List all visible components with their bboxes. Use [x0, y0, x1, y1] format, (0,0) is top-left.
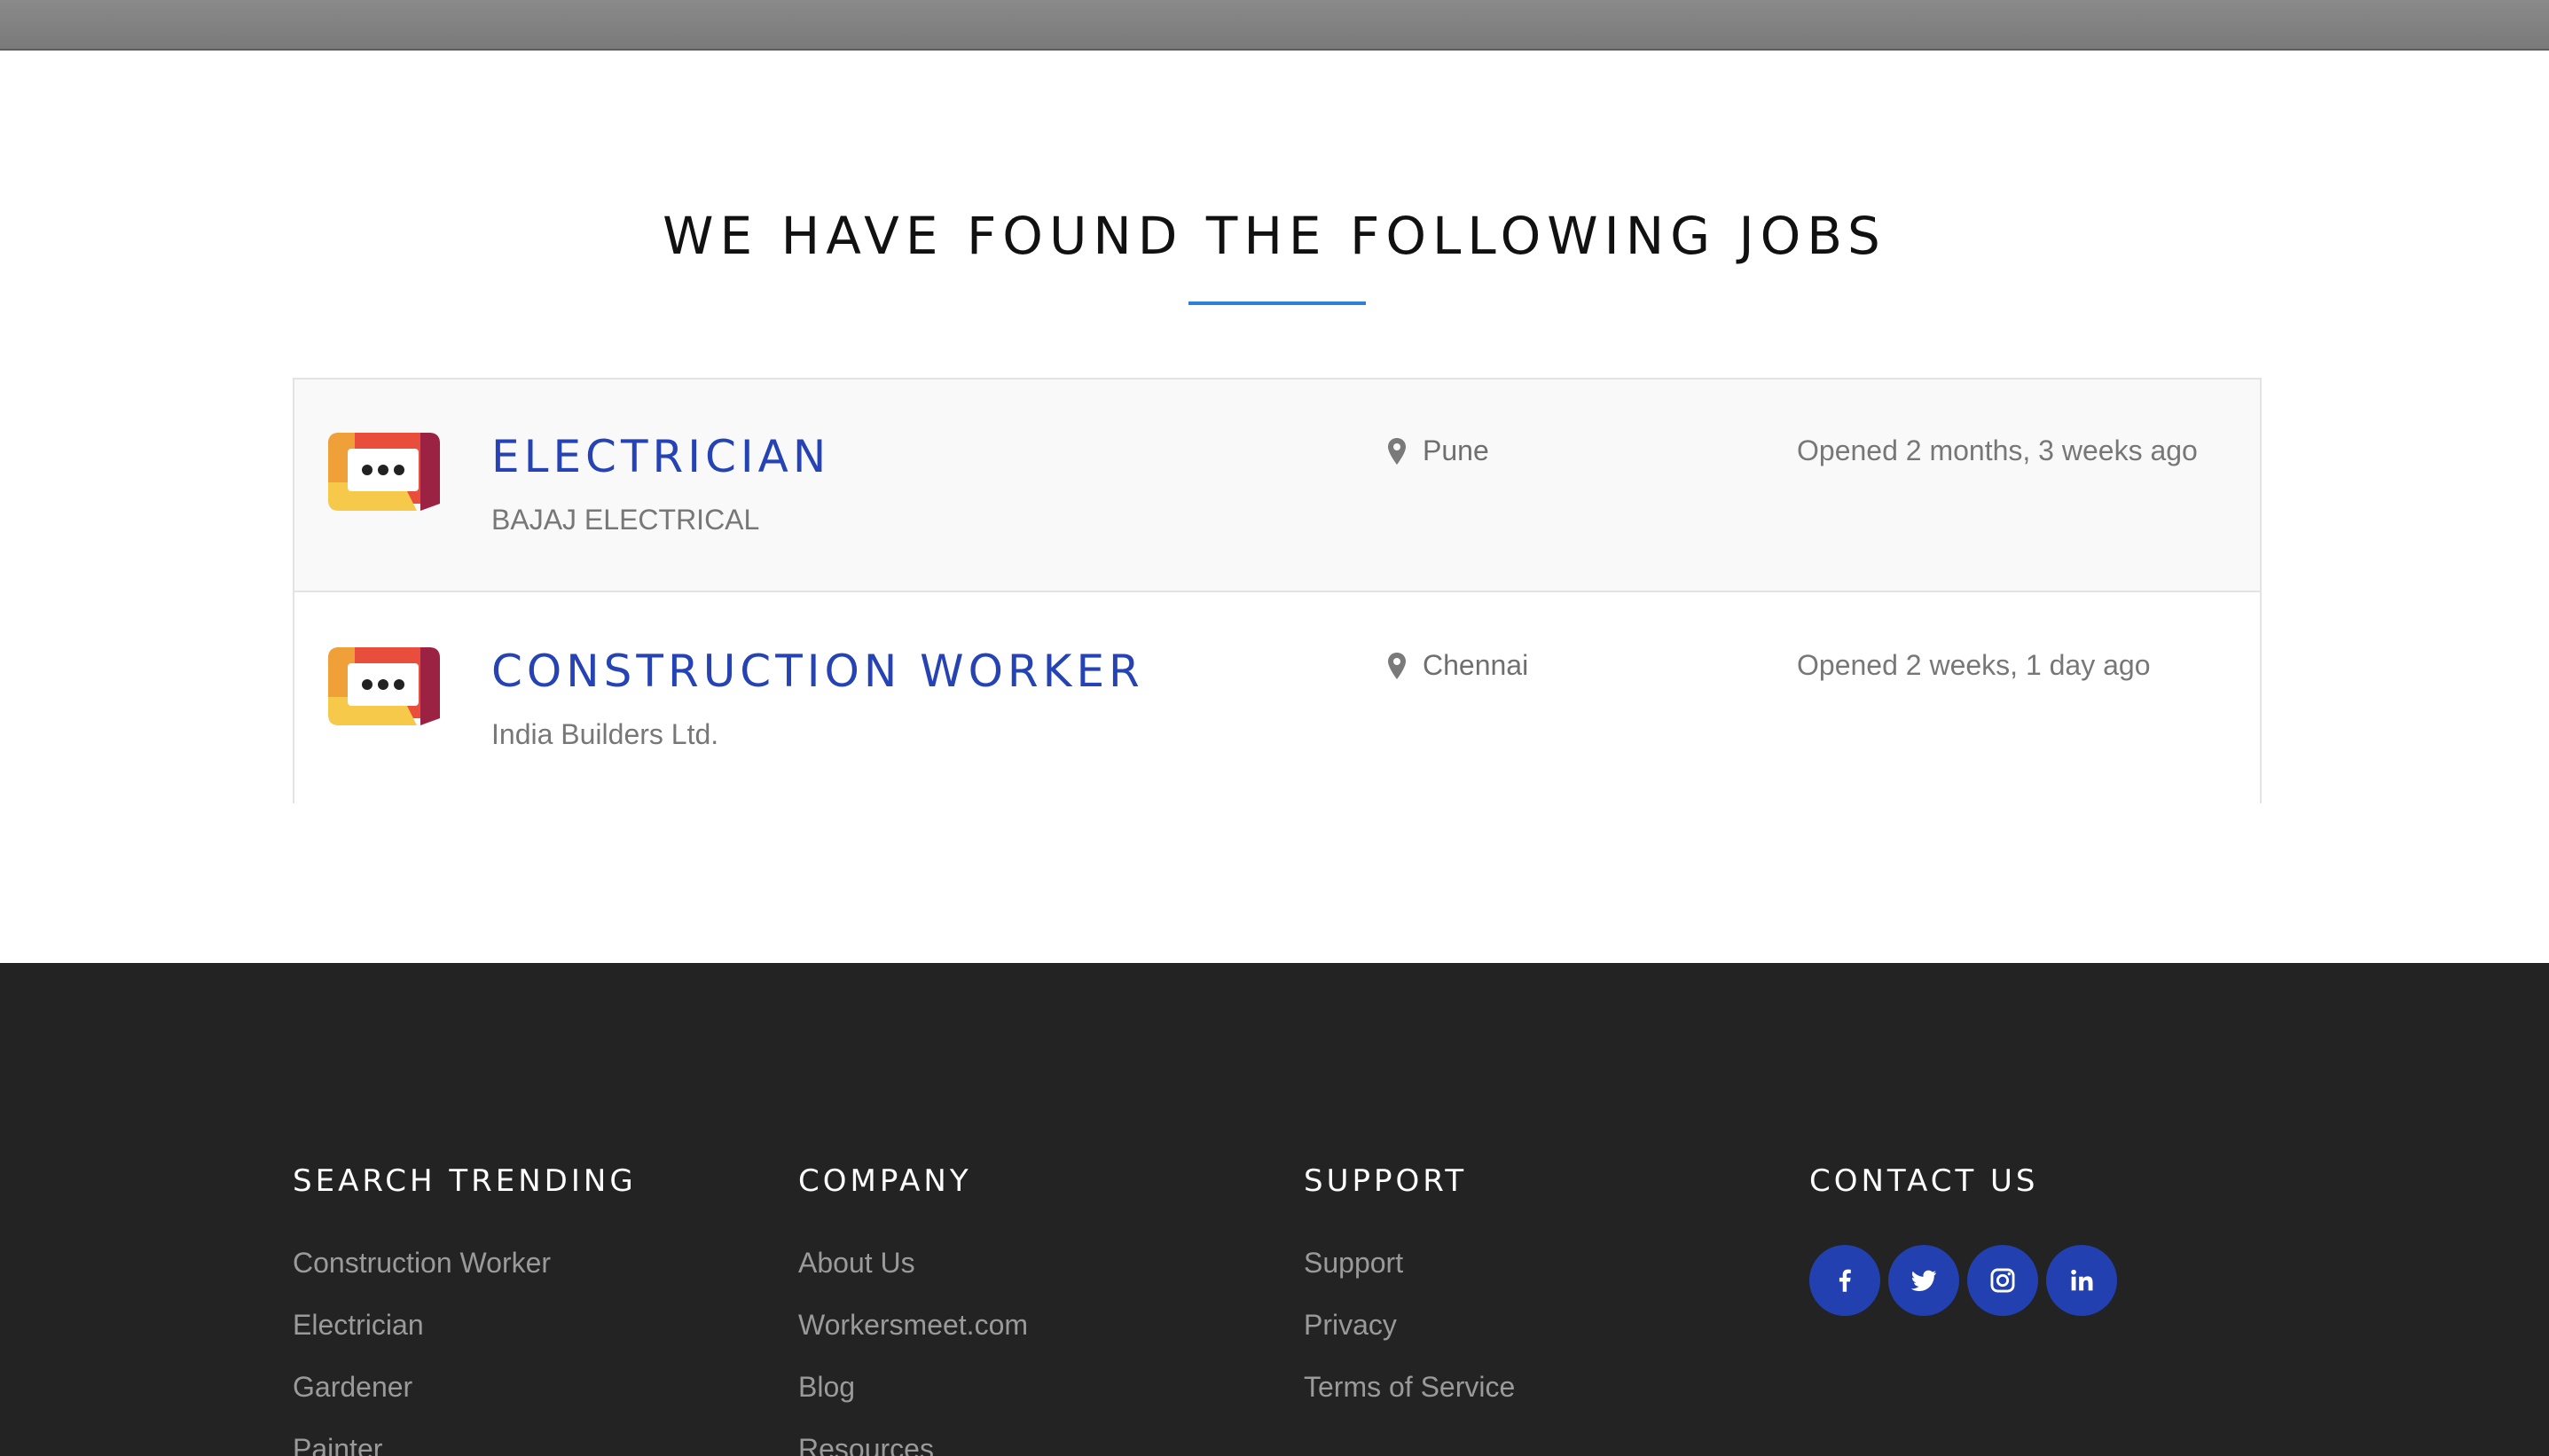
map-pin-icon [1388, 437, 1406, 465]
job-opened-date: Opened 2 weeks, 1 day ago [1797, 649, 2151, 681]
footer-heading: SUPPORT [1304, 1163, 1468, 1199]
footer-link-gardener[interactable]: Gardener [293, 1367, 637, 1429]
linkedin-button[interactable] [2046, 1245, 2117, 1316]
job-location-text: Chennai [1423, 649, 1529, 681]
job-company: BAJAJ ELECTRICAL [491, 504, 760, 536]
top-bar [0, 0, 2549, 51]
footer-link-about-us[interactable]: About Us [798, 1243, 1028, 1305]
footer-column-company: COMPANY About Us Workersmeet.com Blog Re… [798, 1162, 1028, 1456]
job-title-link[interactable]: ELECTRICIAN [491, 431, 830, 482]
instagram-button[interactable] [1967, 1245, 2038, 1316]
footer: SEARCH TRENDING Construction Worker Elec… [0, 963, 2549, 1456]
footer-link-workersmeet[interactable]: Workersmeet.com [798, 1305, 1028, 1367]
job-location-text: Pune [1423, 434, 1489, 466]
twitter-button[interactable] [1888, 1245, 1959, 1316]
footer-column-search-trending: SEARCH TRENDING Construction Worker Elec… [293, 1162, 637, 1456]
job-location: Chennai [1387, 649, 1528, 682]
footer-link-painter[interactable]: Painter [293, 1429, 637, 1456]
footer-link-support[interactable]: Support [1304, 1243, 1515, 1305]
facebook-button[interactable] [1809, 1245, 1880, 1316]
page-title: WE HAVE FOUND THE FOLLOWING JOBS [663, 206, 1886, 266]
footer-link-privacy[interactable]: Privacy [1304, 1305, 1515, 1367]
footer-column-contact: CONTACT US [1809, 1162, 2125, 1316]
facebook-icon [1839, 1269, 1851, 1292]
twitter-icon [1910, 1270, 1937, 1292]
footer-heading: SEARCH TRENDING [293, 1163, 637, 1199]
chat-bubble-icon [328, 647, 440, 725]
job-row[interactable]: CONSTRUCTION WORKER India Builders Ltd. … [294, 594, 2260, 807]
social-links [1809, 1245, 2125, 1316]
job-company: India Builders Ltd. [491, 718, 719, 750]
footer-link-electrician[interactable]: Electrician [293, 1305, 637, 1367]
footer-heading: COMPANY [798, 1163, 972, 1199]
instagram-icon [1990, 1268, 2015, 1293]
map-pin-icon [1388, 652, 1406, 679]
linkedin-icon [2071, 1269, 2093, 1291]
chat-bubble-icon [328, 433, 440, 511]
footer-column-support: SUPPORT Support Privacy Terms of Service [1304, 1162, 1515, 1429]
footer-link-terms[interactable]: Terms of Service [1304, 1367, 1515, 1429]
job-location: Pune [1387, 434, 1489, 467]
job-list: ELECTRICIAN BAJAJ ELECTRICAL Pune Opened… [293, 378, 2262, 807]
footer-link-resources[interactable]: Resources [798, 1429, 1028, 1456]
footer-link-construction-worker[interactable]: Construction Worker [293, 1243, 637, 1305]
footer-link-blog[interactable]: Blog [798, 1367, 1028, 1429]
job-opened-date: Opened 2 months, 3 weeks ago [1797, 434, 2198, 466]
job-title-link[interactable]: CONSTRUCTION WORKER [491, 646, 1144, 697]
job-row[interactable]: ELECTRICIAN BAJAJ ELECTRICAL Pune Opened… [294, 380, 2260, 592]
title-underline [1188, 301, 1366, 305]
footer-heading: CONTACT US [1809, 1163, 2039, 1199]
